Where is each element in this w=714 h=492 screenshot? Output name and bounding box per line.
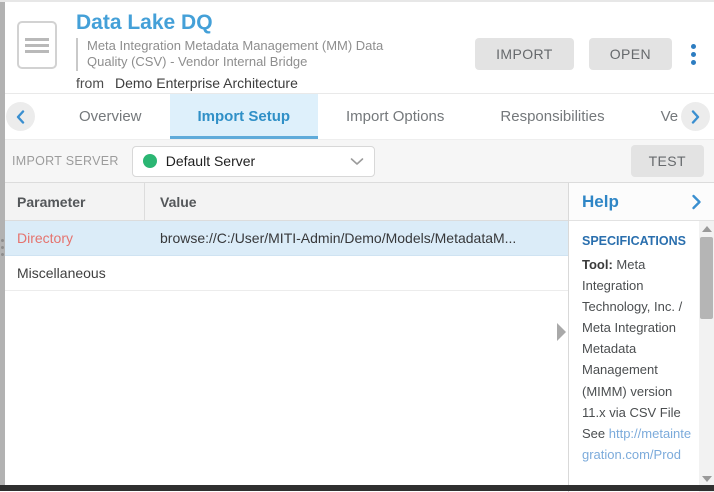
more-options-icon[interactable] xyxy=(687,42,700,67)
tab-import-options[interactable]: Import Options xyxy=(318,94,472,139)
help-scrollbar[interactable] xyxy=(699,221,714,492)
bridge-subtitle: Meta Integration Metadata Management (MM… xyxy=(76,38,406,71)
see-label: See xyxy=(582,426,609,441)
help-panel-header: Help xyxy=(569,183,714,221)
help-content-wrap: SPECIFICATIONS Tool: Meta Integration Te… xyxy=(569,221,714,492)
chevron-left-icon xyxy=(16,110,25,124)
tab-scroll-right-button[interactable] xyxy=(681,102,710,131)
import-button[interactable]: IMPORT xyxy=(475,38,574,70)
parameter-value: browse://C:/User/MITI-Admin/Demo/Models/… xyxy=(145,230,568,246)
scrollbar-thumb[interactable] xyxy=(700,237,713,319)
scroll-up-icon[interactable] xyxy=(702,226,712,232)
help-content: SPECIFICATIONS Tool: Meta Integration Te… xyxy=(569,221,714,492)
page-title: Data Lake DQ xyxy=(76,11,406,35)
header-actions: IMPORT OPEN xyxy=(475,38,700,70)
help-panel-collapse-handle[interactable] xyxy=(557,323,566,341)
source-model-link[interactable]: Demo Enterprise Architecture xyxy=(115,75,298,91)
scroll-down-icon[interactable] xyxy=(702,476,712,482)
tab-import-setup[interactable]: Import Setup xyxy=(170,94,319,139)
page-header: Data Lake DQ Meta Integration Metadata M… xyxy=(0,2,714,93)
tab-list: Overview Import Setup Import Options Res… xyxy=(51,94,681,139)
tab-overview[interactable]: Overview xyxy=(51,94,170,139)
import-server-bar: IMPORT SERVER Default Server TEST xyxy=(0,139,714,182)
help-panel: Help SPECIFICATIONS Tool: Meta Integrati… xyxy=(568,183,714,492)
tab-scroll-left-button[interactable] xyxy=(6,102,35,131)
table-row-directory[interactable]: Directory browse://C:/User/MITI-Admin/De… xyxy=(0,221,568,256)
chevron-right-icon xyxy=(691,110,700,124)
server-status-icon xyxy=(143,154,157,168)
table-header-row: Parameter Value xyxy=(0,183,568,221)
tab-responsibilities[interactable]: Responsibilities xyxy=(472,94,632,139)
specifications-heading: SPECIFICATIONS xyxy=(582,231,692,251)
server-selected-value: Default Server xyxy=(166,153,350,169)
model-document-icon xyxy=(17,21,57,69)
table-row-miscellaneous[interactable]: Miscellaneous xyxy=(0,256,568,291)
chevron-down-icon xyxy=(350,157,364,166)
tab-bar: Overview Import Setup Import Options Res… xyxy=(0,93,714,139)
row-drag-handle[interactable] xyxy=(1,239,4,242)
open-button[interactable]: OPEN xyxy=(589,38,672,70)
parameter-name: Miscellaneous xyxy=(0,265,145,281)
content-area: Parameter Value Directory browse://C:/Us… xyxy=(0,182,714,492)
column-header-parameter: Parameter xyxy=(0,183,145,220)
tab-version-truncated[interactable]: Ve xyxy=(633,94,681,139)
server-select[interactable]: Default Server xyxy=(132,146,375,177)
parameter-name: Directory xyxy=(0,230,145,246)
from-label: from xyxy=(76,75,104,91)
test-button[interactable]: TEST xyxy=(631,145,704,177)
left-edge-strip xyxy=(0,2,5,491)
parameter-table: Parameter Value Directory browse://C:/Us… xyxy=(0,183,568,492)
source-line: from Demo Enterprise Architecture xyxy=(76,75,406,91)
help-title: Help xyxy=(582,192,619,212)
bottom-window-edge xyxy=(0,485,714,491)
column-header-value: Value xyxy=(145,183,568,220)
header-text-block: Data Lake DQ Meta Integration Metadata M… xyxy=(76,11,406,91)
import-server-label: IMPORT SERVER xyxy=(12,154,119,168)
help-expand-icon[interactable] xyxy=(691,194,702,210)
tool-description: Meta Integration Technology, Inc. / Meta… xyxy=(582,257,682,419)
tool-label: Tool: xyxy=(582,257,613,272)
